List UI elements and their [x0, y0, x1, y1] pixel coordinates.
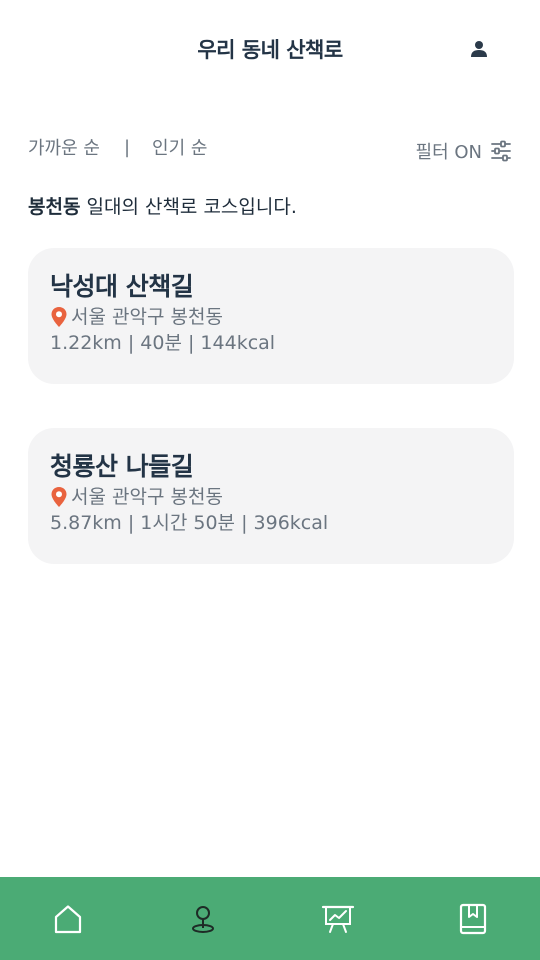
course-title: 청룡산 나들길	[50, 452, 194, 481]
home-icon	[54, 904, 81, 933]
nav-nearby[interactable]	[135, 877, 270, 960]
map-pin-icon	[51, 307, 67, 327]
course-stats: 5.87km | 1시간 50분 | 396kcal	[50, 512, 329, 534]
app-screen: 우리 동네 산책로 가까운 순 | 인기 순 필터 ON 봉천동 일대의 산책로…	[0, 0, 540, 960]
sliders-icon	[491, 140, 511, 162]
location-person-icon	[191, 905, 214, 933]
course-card[interactable]: 낙성대 산책길 서울 관악구 봉천동 1.22km | 40분 | 144kca…	[28, 248, 514, 384]
page-title: 우리 동네 산책로	[197, 38, 343, 62]
course-title: 낙성대 산책길	[50, 272, 194, 301]
course-location: 서울 관악구 봉천동	[50, 304, 492, 330]
sort-separator: |	[123, 136, 131, 158]
area-suffix: 일대의 산책로 코스입니다.	[80, 196, 297, 218]
area-description: 봉천동 일대의 산책로 코스입니다.	[28, 192, 297, 219]
course-location: 서울 관악구 봉천동	[50, 484, 492, 510]
course-location-text: 서울 관악구 봉천동	[71, 306, 223, 328]
chart-board-icon	[321, 905, 354, 933]
profile-button[interactable]	[466, 36, 492, 62]
nav-home[interactable]	[0, 877, 135, 960]
area-name: 봉천동	[28, 196, 81, 218]
bottom-navigation	[0, 877, 540, 960]
bookmark-book-icon	[459, 903, 486, 934]
sort-tab-nearest[interactable]: 가까운 순	[28, 134, 100, 160]
filter-label: 필터 ON	[415, 142, 482, 163]
sort-tabs: 가까운 순 | 인기 순	[28, 134, 207, 160]
filter-button[interactable]: 필터 ON	[416, 138, 512, 164]
nav-library[interactable]	[405, 877, 540, 960]
sort-tab-popular[interactable]: 인기 순	[152, 134, 207, 160]
nav-stats[interactable]	[270, 877, 405, 960]
header: 우리 동네 산책로	[0, 0, 540, 96]
map-pin-icon	[51, 487, 67, 507]
course-stats: 1.22km | 40분 | 144kcal	[50, 332, 276, 354]
course-card[interactable]: 청룡산 나들길 서울 관악구 봉천동 5.87km | 1시간 50분 | 39…	[28, 428, 514, 564]
user-icon	[471, 41, 487, 57]
course-location-text: 서울 관악구 봉천동	[71, 486, 223, 508]
